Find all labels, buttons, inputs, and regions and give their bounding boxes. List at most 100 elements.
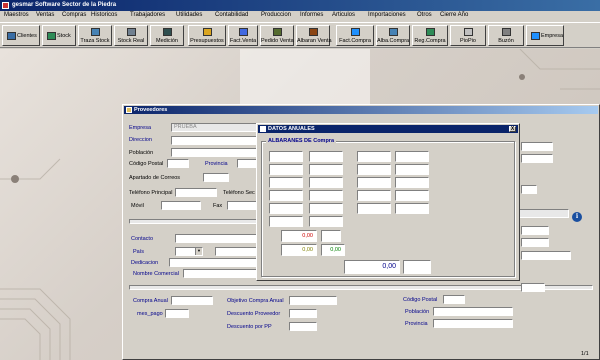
menu-item-cierre-a-o[interactable]: Cierre Año [440, 12, 468, 18]
toolbar-button-alba-compra[interactable]: Alba.Compra [376, 25, 410, 46]
albaran-cell[interactable] [309, 164, 343, 175]
descuento-pp-field[interactable] [289, 322, 317, 331]
toolbar-button-traza-stock[interactable]: Traza Stock [78, 25, 112, 46]
dropdown-arrow-icon[interactable]: ▼ [195, 248, 202, 255]
toolbar-button-reg-compra[interactable]: Reg.Compra [412, 25, 448, 46]
toolbar-button-stock-real[interactable]: Stock Real [114, 25, 148, 46]
fax-field[interactable] [227, 201, 257, 210]
pais-select[interactable]: ▼ [175, 247, 203, 256]
total-extra-field[interactable] [403, 260, 431, 274]
pais-detail-field[interactable] [215, 247, 257, 256]
albaran-cell[interactable] [395, 203, 429, 214]
right-field-5[interactable] [521, 238, 549, 247]
trace-stock-icon [91, 28, 100, 36]
albaran-cell[interactable] [309, 177, 343, 188]
albaran-cell[interactable] [309, 216, 343, 227]
toolbar-button-medici-n[interactable]: Medición [150, 25, 184, 46]
mes-pago-field[interactable] [165, 309, 189, 318]
contacto-field[interactable] [175, 234, 257, 243]
info-icon[interactable]: i [572, 212, 582, 222]
menu-item-utilidades[interactable]: Utilidades [176, 12, 202, 18]
menu-item-maestros[interactable]: Maestros [4, 12, 29, 18]
albaran-cell[interactable] [357, 203, 391, 214]
albaran-cell[interactable] [269, 151, 303, 162]
objetivo-field[interactable] [289, 296, 337, 305]
albaran-cell[interactable] [357, 151, 391, 162]
albaran-cell[interactable] [269, 216, 303, 227]
value-red-2[interactable] [321, 230, 341, 242]
right-field-1[interactable] [521, 142, 553, 151]
albaran-cell[interactable] [269, 177, 303, 188]
right-field-7[interactable] [521, 283, 545, 292]
albaran-cell[interactable] [395, 151, 429, 162]
albaran-cell[interactable] [395, 177, 429, 188]
toolbar-button-piopio[interactable]: PioPio [450, 25, 486, 46]
menu-item-compras[interactable]: Compras [62, 12, 86, 18]
telefono-field[interactable] [175, 188, 217, 197]
albaran-cell[interactable] [395, 190, 429, 201]
poblacion-field[interactable] [171, 148, 261, 157]
cp2-label: Código Postal [403, 297, 438, 303]
toolbar-button-presupuestos[interactable]: Presupuestos [188, 25, 226, 46]
menu-item-ventas[interactable]: Ventas [36, 12, 54, 18]
toolbar-button-pedido-venta[interactable]: Pedido Venta [260, 25, 294, 46]
albaran-cell[interactable] [269, 164, 303, 175]
albaran-cell[interactable] [269, 190, 303, 201]
right-field-6[interactable] [521, 251, 571, 260]
albaran-cell[interactable] [309, 203, 343, 214]
albaran-cell[interactable] [357, 177, 391, 188]
menu-item-trabajadores[interactable]: Trabajadores [130, 12, 165, 18]
toolbar-button-clientes[interactable]: Clientes [2, 25, 40, 46]
descuento-proveedor-field[interactable] [289, 309, 317, 318]
toolbar-button-label: Alba.Compra [377, 38, 410, 44]
compra-anual-field[interactable] [171, 296, 213, 305]
toolbar-button-buz-n[interactable]: Buzón [488, 25, 524, 46]
toolbar-button-label: Fact.Venta [229, 38, 257, 44]
right-field-3[interactable] [521, 185, 537, 194]
menu-item-produccion[interactable]: Produccion [261, 12, 291, 18]
menu-item-otros[interactable]: Otros [417, 12, 432, 18]
piopio-icon [464, 28, 473, 36]
albaran-cell[interactable] [395, 164, 429, 175]
dedicacion-field[interactable] [169, 258, 257, 267]
toolbar-button-fact-compra[interactable]: Fact.Compra [336, 25, 374, 46]
datos-anuales-title-bar: DATOS ANUALES X [258, 125, 518, 133]
movil-label: Móvil [131, 203, 144, 209]
poblacion2-field[interactable] [433, 307, 513, 316]
albaran-cell[interactable] [309, 190, 343, 201]
albaran-cell[interactable] [269, 203, 303, 214]
toolbar-button-stock[interactable]: Stock [42, 25, 76, 46]
menu-item-importaciones[interactable]: Importaciones [368, 12, 406, 18]
right-field-4[interactable] [521, 226, 549, 235]
close-button[interactable]: X [509, 126, 516, 132]
empresa-field[interactable]: PRUEBA [171, 123, 261, 132]
menu-item-contabilidad[interactable]: Contabilidad [215, 12, 248, 18]
toolbar-button-albaran-venta[interactable]: Albaran Venta [296, 25, 332, 46]
cp-field[interactable] [167, 159, 189, 168]
provincia2-label: Provincia [405, 321, 428, 327]
provincia2-field[interactable] [433, 319, 513, 328]
poblacion2-label: Población [405, 309, 430, 315]
telefono-sec-label: Teléfono Sec [223, 190, 255, 196]
total-value[interactable]: 0,00 [344, 260, 400, 274]
toolbar-button-empresa[interactable]: Empresa [526, 25, 564, 46]
apartado-field[interactable] [203, 173, 229, 182]
right-field-2[interactable] [521, 154, 553, 163]
toolbar-button-label: Empresa [541, 33, 564, 39]
nombre-comercial-label: Nombre Comercial [133, 271, 179, 277]
toolbar-button-fact-venta[interactable]: Fact.Venta [228, 25, 258, 46]
albaran-cell[interactable] [309, 151, 343, 162]
delivery-note-icon [309, 28, 318, 36]
direccion-field[interactable] [171, 136, 261, 145]
menu-item-articulos[interactable]: Articulos [332, 12, 355, 18]
movil-field[interactable] [161, 201, 201, 210]
albaran-cell[interactable] [357, 190, 391, 201]
albaran-cell[interactable] [357, 164, 391, 175]
value-red[interactable]: 0,00 [281, 230, 317, 242]
value-green[interactable]: 0,00 [321, 244, 345, 256]
menu-item-informes[interactable]: Informes [300, 12, 323, 18]
menu-item-historicos[interactable]: Historicos [91, 12, 117, 18]
cp2-field[interactable] [443, 295, 465, 304]
nombre-comercial-field[interactable] [183, 269, 257, 278]
value-olive[interactable]: 0,00 [281, 244, 317, 256]
